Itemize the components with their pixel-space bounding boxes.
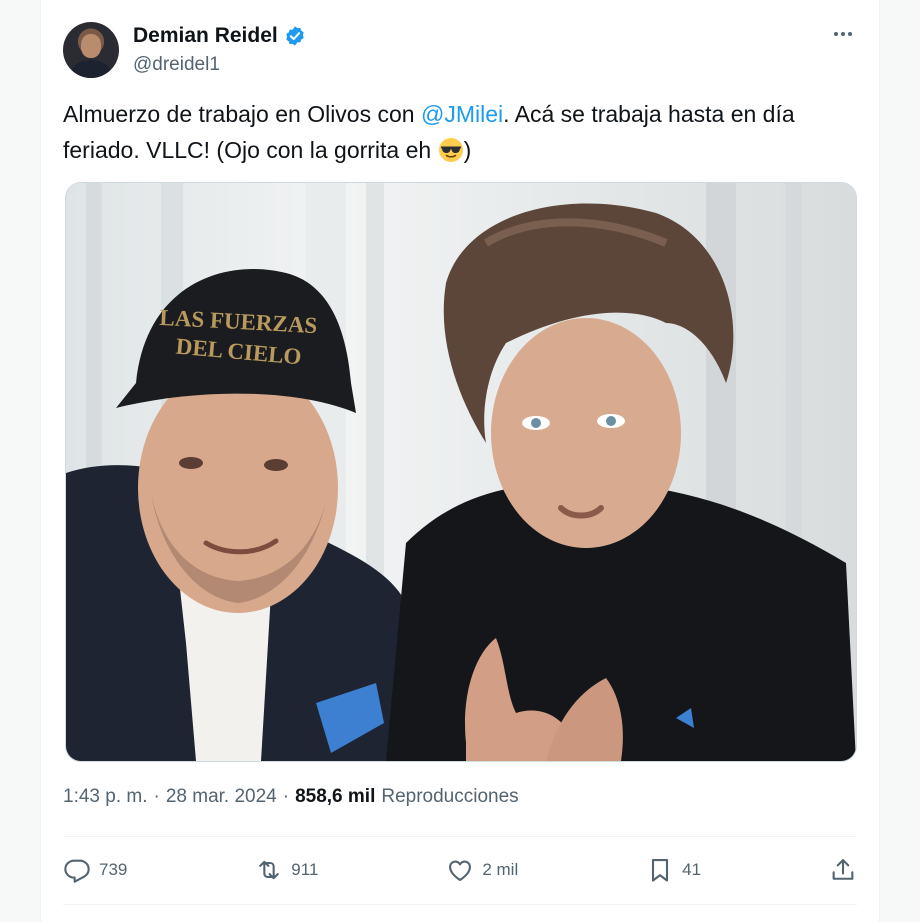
tweet-text-start: Almuerzo de trabajo en Olivos con — [63, 101, 421, 127]
tweet-date[interactable]: 28 mar. 2024 — [166, 786, 277, 808]
avatar[interactable] — [63, 22, 119, 78]
divider — [63, 904, 857, 905]
views-count: 858,6 mil — [295, 786, 376, 807]
like-count: 2 mil — [482, 860, 519, 879]
tweet-text-end: ) — [463, 137, 472, 163]
meta-separator: · — [282, 786, 290, 807]
action-bar: 739 911 2 mil 41 — [63, 848, 857, 892]
reply-icon — [64, 859, 90, 883]
bookmark-button[interactable]: 41 — [646, 856, 701, 884]
tweet-time[interactable]: 1:43 p. m. — [63, 786, 148, 808]
tweet-text: Almuerzo de trabajo en Olivos con @JMile… — [63, 96, 853, 168]
share-button[interactable] — [829, 856, 857, 884]
avatar-shoulders — [71, 60, 111, 78]
mention-link[interactable]: @JMilei — [421, 101, 503, 127]
bookmark-count: 41 — [682, 860, 702, 879]
more-icon[interactable] — [831, 22, 855, 46]
author-name[interactable]: Demian Reidel — [133, 24, 278, 48]
like-button[interactable]: 2 mil — [446, 856, 518, 884]
views-label: Reproducciones — [381, 786, 519, 807]
photo-illustration: LAS FUERZAS DEL CIELO — [66, 183, 856, 761]
bookmark-icon — [652, 859, 669, 882]
tweet-meta: 1:43 p. m. · 28 mar. 2024 · 858,6 mil Re… — [63, 786, 519, 808]
author-handle[interactable]: @dreidel1 — [133, 54, 220, 76]
reply-count: 739 — [99, 860, 128, 879]
repost-icon — [259, 860, 280, 880]
tweet-photo[interactable]: LAS FUERZAS DEL CIELO — [65, 182, 857, 762]
like-icon — [449, 860, 472, 881]
meta-separator: · — [153, 786, 160, 807]
repost-count: 911 — [291, 860, 319, 879]
avatar-face — [81, 34, 101, 58]
reply-button[interactable]: 739 — [63, 856, 127, 884]
repost-button[interactable]: 911 — [255, 856, 318, 884]
divider — [63, 836, 857, 837]
author-row: Demian Reidel — [133, 24, 306, 48]
sunglasses-emoji-icon — [438, 138, 463, 162]
verified-badge-icon — [286, 26, 304, 46]
share-icon — [832, 859, 854, 880]
tweet-card: Demian Reidel @dreidel1 Almuerzo de trab… — [40, 0, 880, 922]
